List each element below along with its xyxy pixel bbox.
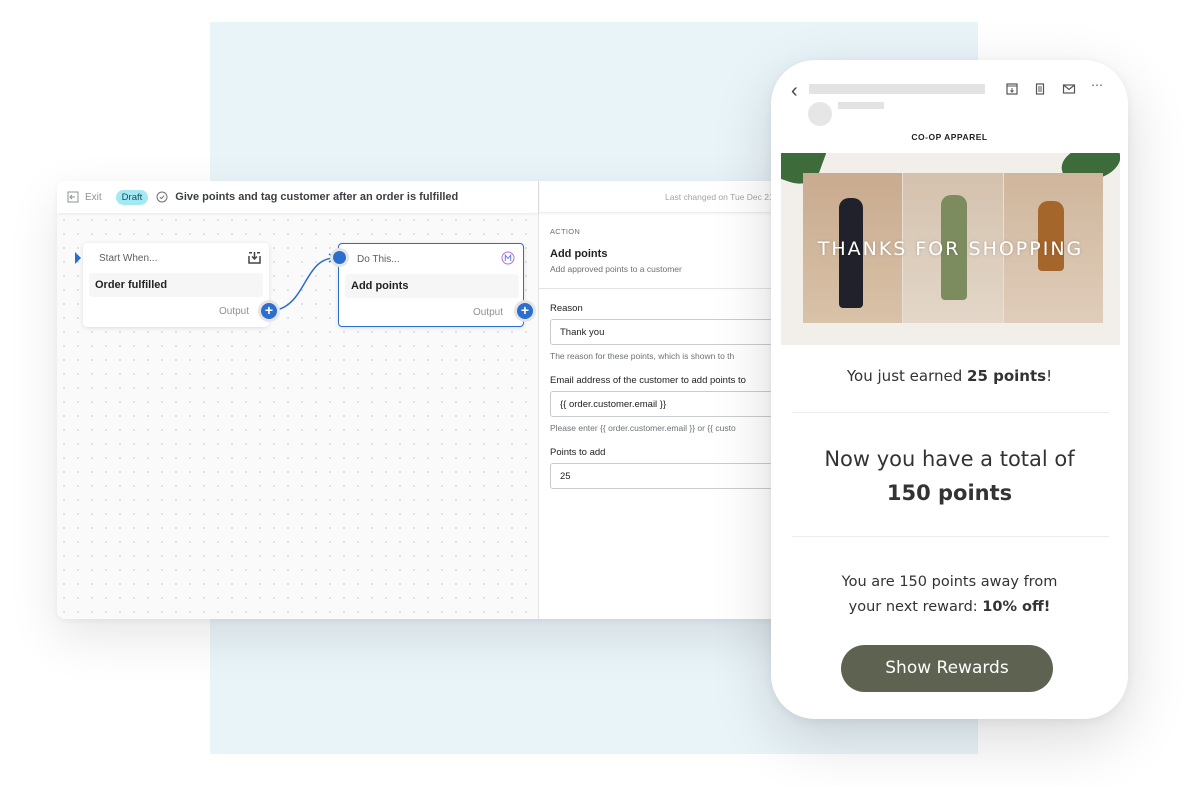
away-prefix: your next reward:	[848, 599, 983, 615]
check-circle-icon	[156, 191, 168, 203]
node-body: Order fulfilled	[89, 273, 263, 297]
editor-header: Exit Draft Give points and tag customer …	[57, 181, 538, 213]
reward-value: 10% off!	[982, 599, 1051, 615]
mail-icon[interactable]	[1062, 82, 1076, 96]
section-label: ACTION	[550, 227, 581, 236]
away-line: You are 150 points away from	[841, 574, 1058, 590]
subject-placeholder	[809, 84, 985, 94]
add-step-plus-icon[interactable]: +	[261, 303, 277, 319]
email-field: Email address of the customer to add poi…	[550, 375, 806, 433]
show-rewards-button[interactable]: Show Rewards	[841, 645, 1053, 692]
exit-icon	[67, 191, 79, 203]
node-output-label: Output	[218, 306, 249, 317]
field-label: Points to add	[550, 447, 606, 458]
reason-input[interactable]: Thank you	[550, 319, 790, 345]
node-header: Start When...	[99, 253, 158, 264]
email-input[interactable]: {{ order.customer.email }}	[550, 391, 790, 417]
total-line: Now you have a total of	[824, 447, 1075, 471]
node-body: Add points	[345, 274, 519, 298]
sender-placeholder	[838, 102, 884, 109]
total-message: Now you have a total of 150 points	[771, 442, 1128, 510]
archive-icon[interactable]	[1005, 82, 1019, 96]
total-points: 150 points	[886, 481, 1013, 505]
status-badge: Draft	[115, 189, 149, 205]
divider	[792, 412, 1109, 413]
back-chevron-icon[interactable]: ‹	[791, 80, 798, 103]
action-node[interactable]: Do This... Add points Output +	[333, 243, 533, 327]
exit-button[interactable]: Exit	[67, 191, 102, 203]
earned-suffix: !	[1046, 367, 1053, 385]
node-header: Do This...	[357, 254, 400, 265]
flow-canvas[interactable]: Start When... Order fulfilled Output + D…	[57, 213, 538, 619]
m-logo-icon	[501, 251, 515, 265]
hero-headline: THANKS FOR SHOPPING	[817, 238, 1084, 260]
action-heading: Add points	[550, 248, 608, 260]
points-field: Points to add 25	[550, 447, 806, 489]
field-label: Reason	[550, 303, 583, 314]
node-output-label: Output	[472, 307, 503, 318]
brand-name: CO-OP APPAREL	[911, 132, 988, 142]
earned-message: You just earned 25 points!	[771, 367, 1128, 385]
flow-title: Give points and tag customer after an or…	[175, 191, 459, 203]
field-help: Please enter {{ order.customer.email }} …	[550, 423, 736, 433]
exit-label: Exit	[85, 191, 102, 203]
trash-icon[interactable]	[1033, 82, 1047, 96]
divider	[792, 536, 1109, 537]
reward-message: You are 150 points away from your next r…	[771, 570, 1128, 620]
download-box-icon	[248, 252, 261, 264]
phone-email-preview: ‹ ⋯ CO-OP APPAREL THANKS FOR SHOPPING Yo…	[771, 60, 1128, 719]
sender-avatar	[808, 102, 832, 126]
points-input[interactable]: 25	[550, 463, 790, 489]
field-help: The reason for these points, which is sh…	[550, 351, 735, 361]
flow-editor-window: Exit Draft Give points and tag customer …	[57, 181, 817, 619]
reason-field: Reason Thank you The reason for these po…	[550, 303, 806, 361]
action-subheading: Add approved points to a customer	[550, 264, 682, 274]
more-icon[interactable]: ⋯	[1091, 78, 1103, 92]
add-step-plus-icon[interactable]: +	[517, 303, 533, 319]
trigger-node[interactable]: Start When... Order fulfilled Output +	[83, 243, 277, 327]
input-port[interactable]	[333, 251, 346, 264]
hero-banner: THANKS FOR SHOPPING	[781, 153, 1120, 345]
earned-points: 25 points	[967, 367, 1047, 385]
field-label: Email address of the customer to add poi…	[550, 375, 746, 386]
earned-prefix: You just earned	[846, 367, 968, 385]
